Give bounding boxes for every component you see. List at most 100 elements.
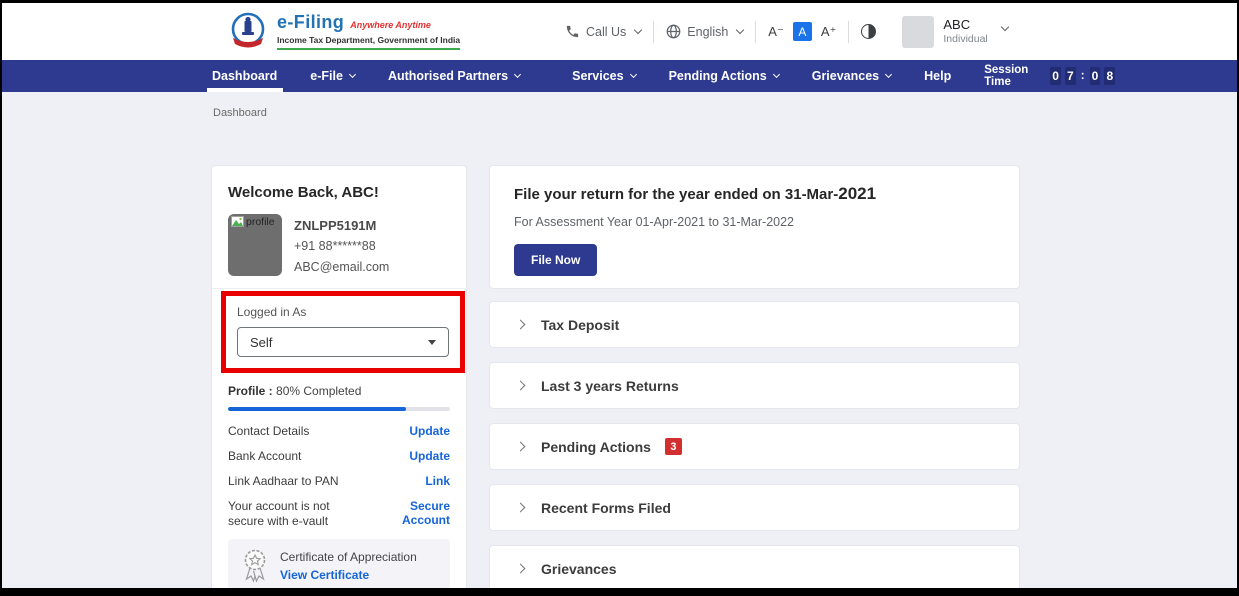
accordion-recent-forms-filed[interactable]: Recent Forms Filed — [489, 484, 1020, 531]
user-name: ABC — [943, 18, 987, 32]
certificate-text: Certificate of Appreciation View Certifi… — [280, 550, 417, 582]
main-nav: Dashboard e-File Authorised Partners Ser… — [2, 60, 1237, 92]
screenshot-frame: e-Filing Anywhere Anytime Income Tax Dep… — [0, 0, 1239, 596]
nav-label: Services — [572, 69, 623, 83]
session-digit: 7 — [1065, 67, 1076, 85]
secure-account-link[interactable]: Secure Account — [360, 499, 450, 527]
accordion-label: Pending Actions — [541, 439, 651, 455]
certificate-title: Certificate of Appreciation — [280, 550, 417, 564]
item-label: Link Aadhaar to PAN — [228, 474, 339, 489]
font-size-increase-button[interactable]: A⁺ — [821, 24, 837, 40]
certificate-section: Certificate of Appreciation View Certifi… — [228, 539, 450, 588]
chevron-down-icon — [885, 71, 892, 78]
nav-item-grievances[interactable]: Grievances — [812, 60, 891, 92]
call-us-label: Call Us — [586, 25, 626, 39]
chevron-right-icon — [516, 442, 526, 452]
broken-image-icon — [231, 216, 244, 227]
divider — [848, 21, 849, 43]
nav-item-e-file[interactable]: e-File — [310, 60, 355, 92]
contrast-toggle-icon[interactable] — [861, 24, 876, 39]
font-size-controls: A⁻ A A⁺ — [768, 22, 836, 41]
nav-item-help[interactable]: Help — [924, 60, 951, 92]
pan-number: ZNLPP5191M — [294, 215, 389, 236]
list-item: Link Aadhaar to PAN Link — [228, 474, 450, 489]
item-label: Contact Details — [228, 424, 309, 439]
chevron-down-icon — [630, 71, 637, 78]
nav-item-authorised-partners[interactable]: Authorised Partners — [388, 60, 520, 92]
profile-completion-value: 80% Completed — [276, 384, 361, 398]
file-return-year: 2021 — [838, 184, 876, 203]
list-item: Bank Account Update — [228, 449, 450, 464]
nav-item-pending-actions[interactable]: Pending Actions — [669, 60, 779, 92]
accordion-label: Recent Forms Filed — [541, 500, 671, 516]
globe-icon — [666, 24, 681, 39]
welcome-heading: Welcome Back, ABC! — [228, 184, 450, 201]
font-size-normal-button[interactable]: A — [793, 22, 812, 41]
chevron-down-icon — [736, 25, 744, 33]
update-bank-account-link[interactable]: Update — [409, 449, 450, 463]
masked-phone: +91 88******88 — [294, 236, 389, 257]
profile-progress-bar-fill — [228, 407, 406, 411]
chevron-right-icon — [516, 503, 526, 513]
certificate-rosette-icon — [240, 547, 270, 584]
font-size-decrease-button[interactable]: A⁻ — [768, 24, 784, 40]
header: e-Filing Anywhere Anytime Income Tax Dep… — [2, 3, 1237, 60]
user-menu-chevron-icon[interactable] — [1001, 22, 1009, 30]
avatar[interactable] — [902, 16, 934, 48]
breadcrumb[interactable]: Dashboard — [213, 107, 267, 119]
pending-actions-count-badge: 3 — [665, 438, 682, 455]
chevron-down-icon — [634, 25, 642, 33]
logged-in-as-select[interactable]: Self — [237, 327, 449, 357]
accordion-tax-deposit[interactable]: Tax Deposit — [489, 301, 1020, 348]
profile-image-placeholder: profile — [228, 214, 282, 276]
link-aadhaar-link[interactable]: Link — [425, 474, 450, 488]
accordion-label: Grievances — [541, 561, 617, 577]
logged-in-as-section-highlighted: Logged in As Self — [221, 291, 465, 373]
logo-tagline: Anywhere Anytime — [350, 20, 431, 30]
right-column: File your return for the year ended on 3… — [489, 165, 1020, 588]
session-digit: 0 — [1090, 67, 1101, 85]
file-return-title-text: File your return for the year ended on 3… — [514, 186, 838, 203]
accordion-label: Last 3 years Returns — [541, 378, 679, 394]
logo-text: e-Filing Anywhere Anytime Income Tax Dep… — [277, 12, 460, 50]
update-contact-details-link[interactable]: Update — [409, 424, 450, 438]
nav-item-services[interactable]: Services — [572, 60, 635, 92]
list-item: Contact Details Update — [228, 424, 450, 439]
nav-label: Help — [924, 69, 951, 83]
profile-action-links: Contact Details Update Bank Account Upda… — [228, 424, 450, 529]
user-info: ABC Individual — [943, 18, 987, 46]
file-now-button[interactable]: File Now — [514, 244, 597, 276]
phone-icon — [565, 24, 580, 39]
govt-emblem-icon — [228, 11, 268, 51]
nav-item-dashboard[interactable]: Dashboard — [212, 60, 277, 92]
session-time-label: Session Time — [984, 64, 1041, 88]
file-return-card: File your return for the year ended on 3… — [489, 165, 1020, 289]
item-label: Your account is not secure with e-vault — [228, 499, 360, 529]
session-colon: : — [1081, 70, 1085, 82]
call-us-menu[interactable]: Call Us — [565, 24, 641, 39]
chevron-down-icon — [349, 71, 356, 78]
nav-label: Authorised Partners — [388, 69, 508, 83]
chevron-down-icon — [773, 71, 780, 78]
accordion-grievances[interactable]: Grievances — [489, 545, 1020, 588]
accordion-pending-actions[interactable]: Pending Actions 3 — [489, 423, 1020, 470]
profile-completion-label: Profile : — [228, 384, 273, 398]
language-menu[interactable]: English — [666, 24, 743, 39]
profile-details: ZNLPP5191M +91 88******88 ABC@email.com — [294, 214, 389, 278]
user-role: Individual — [943, 32, 987, 46]
session-digit: 8 — [1104, 67, 1115, 85]
file-return-title: File your return for the year ended on 3… — [514, 184, 995, 204]
profile-summary: profile ZNLPP5191M +91 88******88 ABC@em… — [228, 214, 450, 278]
profile-image-alt: profile — [246, 216, 275, 228]
profile-completion: Profile : 80% Completed — [228, 384, 450, 398]
content-area: Dashboard Welcome Back, ABC! profile — [2, 92, 1237, 588]
language-label: English — [687, 25, 728, 39]
chevron-down-icon — [514, 71, 521, 78]
page: e-Filing Anywhere Anytime Income Tax Dep… — [2, 3, 1237, 588]
accordion-label: Tax Deposit — [541, 317, 619, 333]
view-certificate-link[interactable]: View Certificate — [280, 568, 417, 582]
chevron-right-icon — [516, 381, 526, 391]
accordion-last-3-years-returns[interactable]: Last 3 years Returns — [489, 362, 1020, 409]
nav-label: Pending Actions — [669, 69, 767, 83]
assessment-year-subtitle: For Assessment Year 01-Apr-2021 to 31-Ma… — [514, 215, 995, 229]
